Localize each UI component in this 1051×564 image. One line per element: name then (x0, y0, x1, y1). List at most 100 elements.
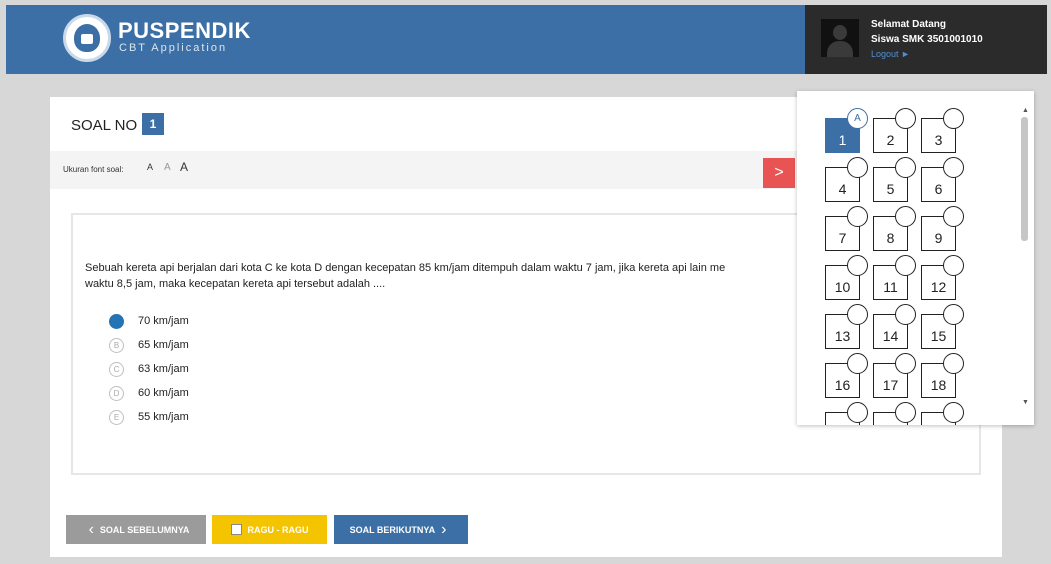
question-nav-item[interactable]: 19 (825, 402, 868, 425)
answer-status-bubble (895, 304, 916, 325)
question-nav-number: 1 (838, 132, 847, 148)
question-nav-item[interactable]: 1A (825, 108, 868, 153)
question-text-line-2: waktu 8,5 jam, maka kecepatan kereta api… (85, 278, 386, 290)
answer-status-bubble (943, 206, 964, 227)
option-a[interactable]: A 70 km/jam (109, 309, 189, 333)
question-nav-number: 16 (834, 377, 851, 393)
question-nav-number: 4 (838, 181, 847, 197)
option-radio-icon[interactable]: E (109, 409, 124, 425)
option-radio-icon[interactable]: A (109, 313, 124, 329)
option-radio-icon[interactable]: D (109, 385, 124, 401)
question-nav-item[interactable]: 16 (825, 353, 868, 398)
question-nav-number: 2 (886, 132, 895, 148)
question-text-line-1: Sebuah kereta api berjalan dari kota C k… (85, 262, 726, 274)
question-nav-item[interactable]: 2 (873, 108, 916, 153)
answer-status-bubble (943, 108, 964, 129)
previous-question-label: SOAL SEBELUMNYA (99, 524, 190, 535)
question-number-badge: 1 (142, 113, 164, 135)
font-size-medium[interactable]: A (164, 162, 171, 173)
question-nav-item[interactable]: 10 (825, 255, 868, 300)
question-nav-item[interactable]: 11 (873, 255, 916, 300)
question-nav-item[interactable]: 17 (873, 353, 916, 398)
student-name: Siswa SMK 3501001010 (871, 34, 983, 45)
font-size-large[interactable]: A (180, 160, 188, 174)
option-b[interactable]: B 65 km/jam (109, 333, 189, 357)
question-nav-number: 18 (930, 377, 947, 393)
question-nav-number: 14 (882, 328, 899, 344)
scroll-up-icon[interactable]: ▲ (1022, 107, 1029, 114)
user-panel: Selamat Datang Siswa SMK 3501001010 Logo… (805, 5, 1047, 74)
question-nav-item[interactable]: 18 (921, 353, 964, 398)
toggle-nav-panel-button[interactable]: > (763, 158, 795, 188)
answer-status-bubble (895, 206, 916, 227)
question-nav-number: 15 (930, 328, 947, 344)
option-label: 65 km/jam (138, 339, 189, 351)
answer-status-bubble (943, 402, 964, 423)
chevron-right-icon: › (441, 520, 447, 538)
font-size-small[interactable]: A (147, 162, 153, 172)
question-nav-item[interactable]: 13 (825, 304, 868, 349)
answer-status-bubble (895, 353, 916, 374)
question-nav-item[interactable]: 14 (873, 304, 916, 349)
doubtful-label: RAGU - RAGU (247, 524, 309, 535)
question-nav-number: 17 (882, 377, 899, 393)
option-label: 55 km/jam (138, 411, 189, 423)
question-nav-grid: 1A 2 3 4 5 6 7 8 9 10 11 12 13 14 15 16 17 18 192021 (825, 108, 964, 425)
question-nav-panel: 1A 2 3 4 5 6 7 8 9 10 11 12 13 14 15 16 17 18 192021 ▲ ▼ (797, 91, 1034, 425)
question-title: SOAL NO (71, 117, 138, 134)
question-nav-item[interactable]: 5 (873, 157, 916, 202)
option-label: 63 km/jam (138, 363, 189, 375)
answer-status-bubble (895, 108, 916, 129)
question-nav-item[interactable]: 21 (921, 402, 964, 425)
question-nav-number: 6 (934, 181, 943, 197)
option-label: 60 km/jam (138, 387, 189, 399)
option-label: 70 km/jam (138, 315, 189, 327)
logo-icon (63, 14, 111, 62)
answer-status-bubble (847, 304, 868, 325)
previous-question-button[interactable]: ‹ SOAL SEBELUMNYA (66, 515, 206, 544)
question-nav-item[interactable]: 6 (921, 157, 964, 202)
next-question-button[interactable]: SOAL BERIKUTNYA › (334, 515, 468, 544)
avatar (821, 19, 859, 57)
brand-subtitle: CBT Application (119, 42, 228, 54)
answer-options: A 70 km/jam B 65 km/jam C 63 km/jam D 60… (109, 309, 189, 429)
option-c[interactable]: C 63 km/jam (109, 357, 189, 381)
question-nav-item[interactable]: 8 (873, 206, 916, 251)
question-nav-number: 10 (834, 279, 851, 295)
answer-status-bubble (847, 157, 868, 178)
option-radio-icon[interactable]: C (109, 361, 124, 377)
question-nav-item[interactable]: 9 (921, 206, 964, 251)
question-nav-number: 5 (886, 181, 895, 197)
answer-status-bubble (895, 402, 916, 423)
question-nav-item[interactable]: 3 (921, 108, 964, 153)
question-nav-item[interactable]: 20 (873, 402, 916, 425)
option-d[interactable]: D 60 km/jam (109, 381, 189, 405)
font-size-label: Ukuran font soal: (63, 165, 124, 174)
scroll-down-icon[interactable]: ▼ (1022, 399, 1029, 406)
question-nav-item[interactable]: 7 (825, 206, 868, 251)
option-radio-icon[interactable]: B (109, 337, 124, 353)
app-header: PUSPENDIK CBT Application Selamat Datang… (6, 5, 1047, 74)
doubtful-button[interactable]: RAGU - RAGU (212, 515, 327, 544)
answer-status-bubble (847, 353, 868, 374)
answer-status-bubble (847, 255, 868, 276)
question-nav-number: 3 (934, 132, 943, 148)
checkbox-icon[interactable] (230, 524, 242, 535)
answer-status-bubble (895, 157, 916, 178)
answer-status-bubble (895, 255, 916, 276)
option-e[interactable]: E 55 km/jam (109, 405, 189, 429)
question-nav-number: 8 (886, 230, 895, 246)
question-nav-item[interactable]: 12 (921, 255, 964, 300)
question-nav-number: 11 (883, 279, 898, 295)
question-nav-item[interactable]: 4 (825, 157, 868, 202)
question-nav-number: 12 (930, 279, 947, 295)
question-nav-number: 9 (934, 230, 943, 246)
answer-status-bubble (943, 157, 964, 178)
question-nav-number: 13 (834, 328, 851, 344)
answer-status-bubble (943, 353, 964, 374)
chevron-left-icon: ‹ (88, 520, 94, 538)
question-nav-item[interactable]: 15 (921, 304, 964, 349)
logout-link[interactable]: Logout ► (871, 49, 910, 59)
scrollbar-thumb[interactable] (1021, 117, 1028, 241)
answer-status-bubble (847, 402, 868, 423)
